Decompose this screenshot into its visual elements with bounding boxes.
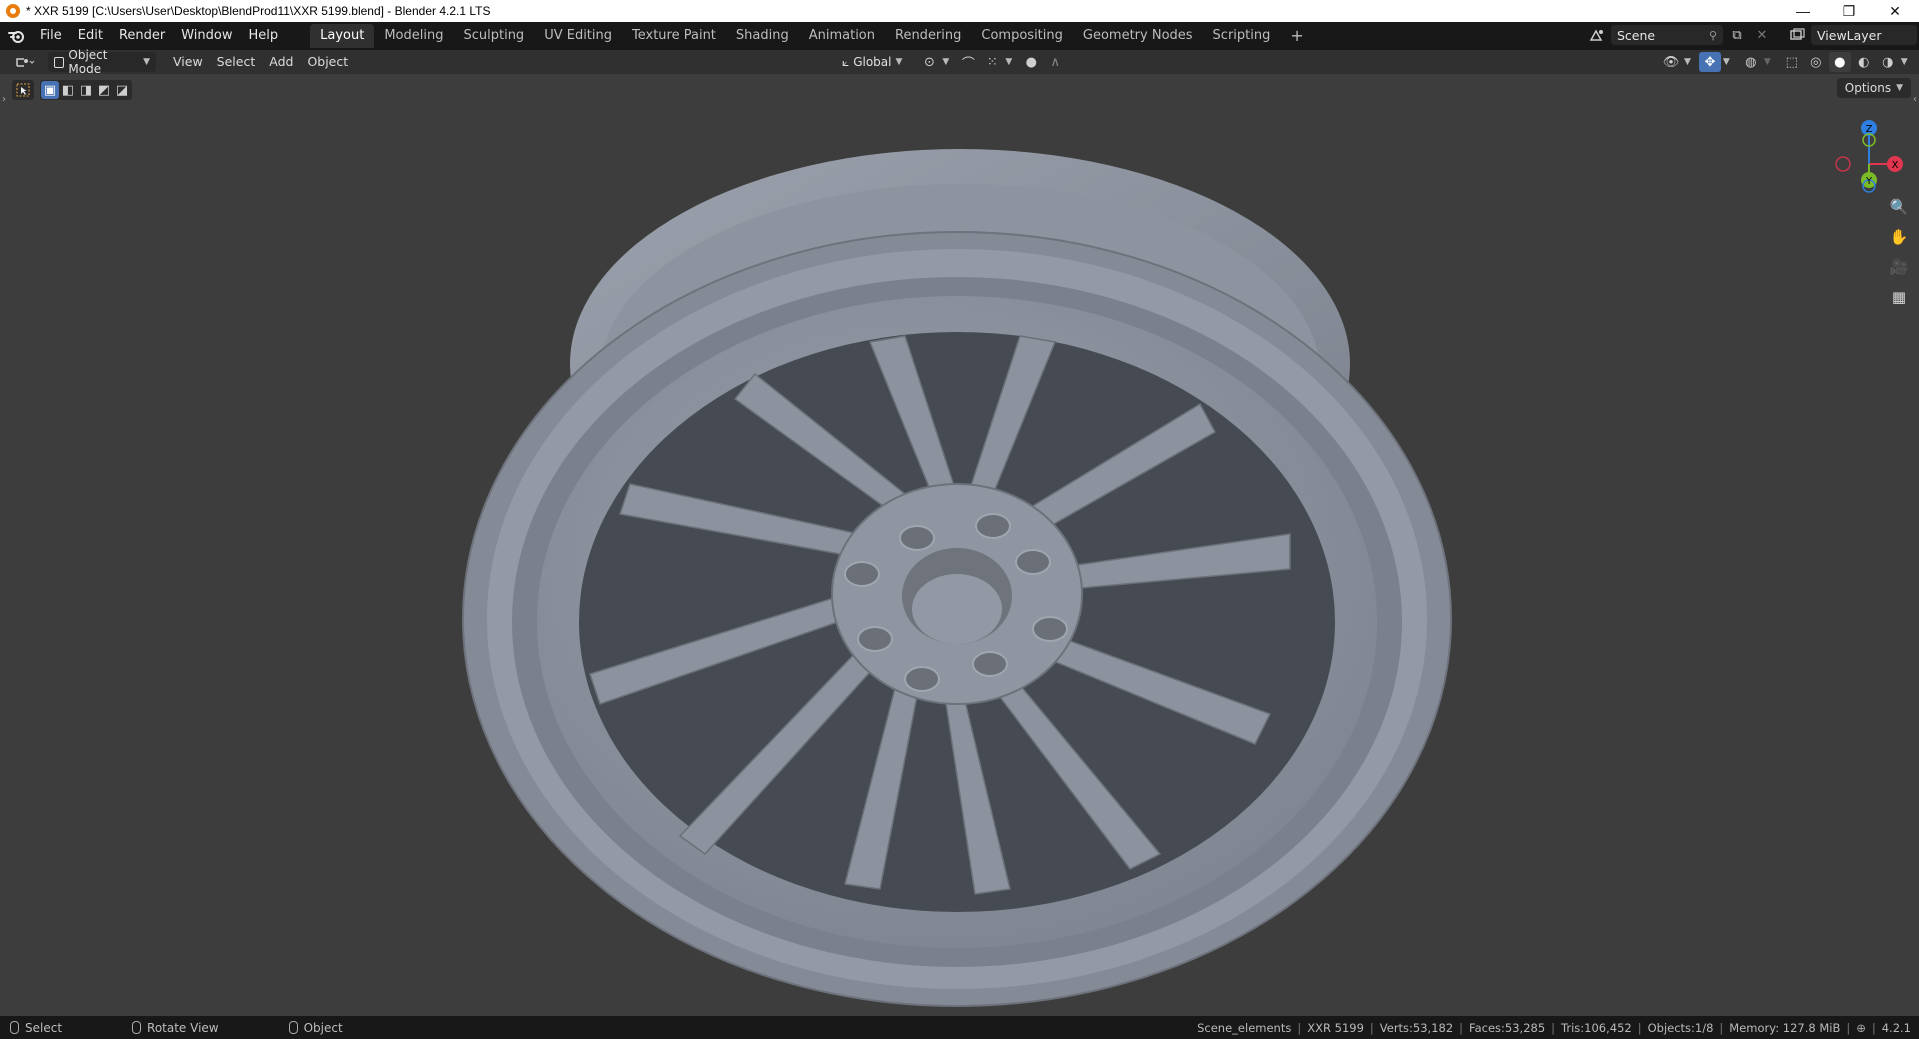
mouse-middle-icon (132, 1021, 142, 1034)
visibility-icon[interactable]: 👁 (1660, 52, 1682, 72)
tab-texture-paint[interactable]: Texture Paint (622, 24, 726, 48)
snap-icon[interactable]: ⌒ (957, 52, 979, 72)
mode-label: Object Mode (68, 48, 108, 76)
close-button[interactable]: ✕ (1872, 0, 1918, 22)
shading-material-icon[interactable]: ◐ (1853, 52, 1875, 72)
menu-object[interactable]: Object (300, 52, 355, 72)
window-titlebar: * XXR 5199 [C:\Users\User\Desktop\BlendP… (0, 0, 1919, 22)
scene-name-field[interactable]: Scene ⚲ (1611, 25, 1723, 45)
chevron-down-icon: ▼ (1900, 57, 1908, 67)
menu-render[interactable]: Render (111, 25, 173, 47)
xray-icon[interactable]: ⬚ (1781, 52, 1803, 72)
chevron-down-icon: ▼ (895, 57, 903, 67)
editor-type-icon[interactable] (8, 52, 42, 72)
pin-icon[interactable]: ⚲ (1709, 29, 1717, 42)
status-bar: Select Rotate View Object Scene_elements… (0, 1016, 1919, 1039)
stat-tris: Tris:106,452 (1561, 1020, 1632, 1035)
viewport-header: Object Mode ▼ View Select Add Object ⟀ G… (0, 48, 1919, 76)
stat-collection: Scene_elements (1197, 1020, 1292, 1035)
gizmo-z-label: Z (1866, 124, 1873, 135)
status-object-label: Object (303, 1020, 343, 1035)
orientation-icon: ⟀ (842, 54, 850, 69)
object-mode-icon (54, 56, 65, 68)
menu-window[interactable]: Window (173, 25, 240, 47)
blender-logo-icon (6, 4, 20, 18)
tab-rendering[interactable]: Rendering (885, 24, 971, 48)
stat-faces: Faces:53,285 (1469, 1020, 1546, 1035)
falloff-icon[interactable]: ∧ (1044, 52, 1066, 72)
menu-file[interactable]: File (32, 25, 70, 47)
tab-animation[interactable]: Animation (799, 24, 885, 48)
status-select-hint: Select (10, 1021, 62, 1035)
minimize-button[interactable]: — (1780, 0, 1826, 22)
tab-uv-editing[interactable]: UV Editing (534, 24, 622, 48)
chevron-down-icon: ▼ (942, 57, 950, 67)
proportional-editing-icon[interactable]: ● (1020, 52, 1042, 72)
status-rotate-hint: Rotate View (132, 1021, 219, 1035)
shading-solid-icon[interactable]: ● (1828, 52, 1851, 72)
orientation-label: Global (853, 55, 892, 69)
mouse-left-icon (10, 1021, 19, 1034)
menu-edit[interactable]: Edit (70, 25, 111, 47)
chevron-down-icon: ▼ (1763, 57, 1771, 67)
tab-compositing[interactable]: Compositing (971, 24, 1073, 48)
chevron-down-icon: ▼ (1722, 57, 1730, 67)
menu-add[interactable]: Add (262, 52, 300, 72)
blender-menu-icon[interactable] (0, 29, 32, 43)
restore-button[interactable]: ❐ (1826, 0, 1872, 22)
snap-grid-icon[interactable]: ⁙ (981, 52, 1003, 72)
3d-viewport[interactable]: ▣ ◧ ◨ ◩ ◪ › ‹ Options ▼ Z X Y 🔍 ✋ 🎥 ▦ (0, 74, 1919, 1016)
wheel-model (462, 149, 1452, 1007)
scene-statistics: Scene_elements | XXR 5199 | Verts:53,182… (1197, 1020, 1911, 1035)
menu-select[interactable]: Select (210, 52, 263, 72)
chevron-down-icon: ▼ (1005, 57, 1013, 67)
tab-scripting[interactable]: Scripting (1203, 24, 1281, 48)
chevron-down-icon: ▼ (143, 57, 150, 67)
status-object-hint: Object (288, 1020, 343, 1035)
scene-selector-icon[interactable] (1586, 25, 1608, 45)
navigation-gizmo[interactable]: Z X Y (1825, 112, 1915, 202)
gizmo-x-label: X (1892, 160, 1899, 171)
window-title: * XXR 5199 [C:\Users\User\Desktop\BlendP… (26, 4, 491, 18)
stat-objects: Objects:1/8 (1647, 1020, 1714, 1035)
camera-view-icon[interactable]: 🎥 (1886, 254, 1912, 280)
tab-geometry-nodes[interactable]: Geometry Nodes (1073, 24, 1203, 48)
menu-help[interactable]: Help (241, 25, 287, 47)
delete-scene-icon[interactable]: ✕ (1751, 25, 1773, 45)
stat-object: XXR 5199 (1307, 1020, 1364, 1035)
add-workspace-button[interactable]: + (1280, 24, 1313, 48)
mouse-right-icon (288, 1021, 298, 1034)
gizmo-y-label: Y (1865, 176, 1873, 187)
tab-sculpting[interactable]: Sculpting (453, 24, 534, 48)
stat-memory: Memory: 127.8 MiB (1729, 1020, 1841, 1035)
chevron-down-icon: ▼ (1684, 57, 1691, 67)
view-layer-name: ViewLayer (1817, 27, 1882, 43)
view-layer-selector-icon[interactable] (1786, 25, 1808, 45)
view-layer-field[interactable]: ViewLayer (1811, 25, 1917, 45)
status-select-label: Select (25, 1020, 63, 1035)
zoom-icon[interactable]: 🔍 (1886, 194, 1912, 220)
scene-name: Scene (1617, 27, 1656, 43)
network-icon: ⊕ (1856, 1020, 1866, 1035)
pivot-point-icon[interactable]: ⊙ (918, 52, 940, 72)
perspective-grid-icon[interactable]: ▦ (1886, 284, 1912, 310)
gizmo-toggle-icon[interactable]: ✥ (1698, 52, 1721, 72)
mode-dropdown[interactable]: Object Mode ▼ (48, 48, 156, 76)
menu-view[interactable]: View (166, 52, 210, 72)
pan-hand-icon[interactable]: ✋ (1886, 224, 1912, 250)
tab-modeling[interactable]: Modeling (374, 24, 453, 48)
tab-shading[interactable]: Shading (726, 24, 799, 48)
transform-orientation-dropdown[interactable]: ⟀ Global ▼ (836, 52, 908, 72)
top-bar: File Edit Render Window Help Layout Mode… (0, 22, 1919, 50)
stat-verts: Verts:53,182 (1379, 1020, 1454, 1035)
new-scene-icon[interactable]: ⧉ (1726, 25, 1748, 45)
stat-version: 4.2.1 (1881, 1020, 1911, 1035)
overlays-icon[interactable]: ◍ (1740, 52, 1762, 72)
tab-layout[interactable]: Layout (310, 24, 375, 48)
shading-wireframe-icon[interactable]: ◎ (1805, 52, 1827, 72)
shading-rendered-icon[interactable]: ◑ (1877, 52, 1899, 72)
status-rotate-label: Rotate View (147, 1020, 219, 1035)
